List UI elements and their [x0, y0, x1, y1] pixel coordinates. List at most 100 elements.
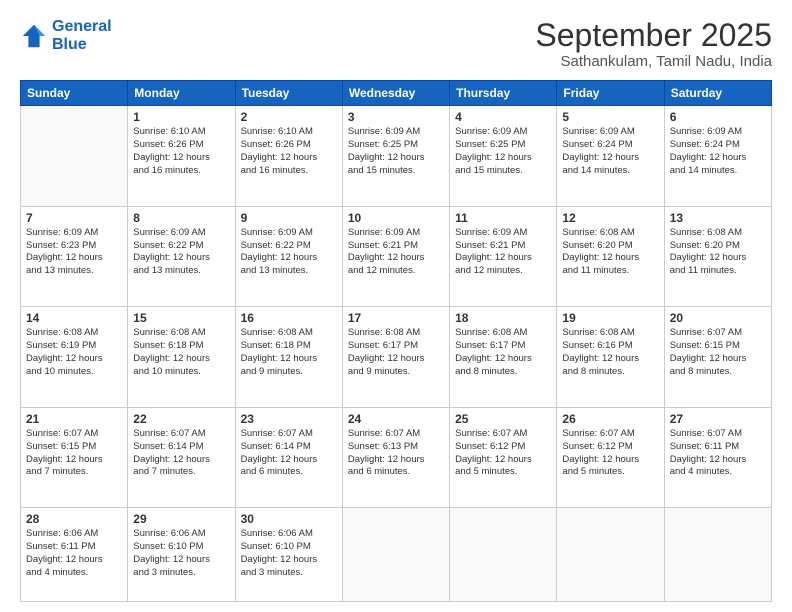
day-number: 13 — [670, 211, 766, 225]
day-number: 14 — [26, 311, 122, 325]
day-info: Sunrise: 6:08 AM Sunset: 6:18 PM Dayligh… — [133, 327, 229, 378]
day-info: Sunrise: 6:08 AM Sunset: 6:17 PM Dayligh… — [348, 327, 444, 378]
day-info: Sunrise: 6:08 AM Sunset: 6:18 PM Dayligh… — [241, 327, 337, 378]
day-info: Sunrise: 6:09 AM Sunset: 6:21 PM Dayligh… — [348, 227, 444, 278]
weekday-header-friday: Friday — [557, 81, 664, 106]
day-info: Sunrise: 6:09 AM Sunset: 6:25 PM Dayligh… — [455, 126, 551, 177]
day-info: Sunrise: 6:09 AM Sunset: 6:21 PM Dayligh… — [455, 227, 551, 278]
calendar-cell: 1Sunrise: 6:10 AM Sunset: 6:26 PM Daylig… — [128, 106, 235, 207]
calendar-header: SundayMondayTuesdayWednesdayThursdayFrid… — [21, 81, 772, 106]
day-number: 23 — [241, 412, 337, 426]
day-number: 29 — [133, 512, 229, 526]
day-number: 6 — [670, 110, 766, 124]
logo: General Blue — [20, 18, 112, 53]
day-number: 24 — [348, 412, 444, 426]
day-number: 10 — [348, 211, 444, 225]
day-info: Sunrise: 6:07 AM Sunset: 6:14 PM Dayligh… — [241, 428, 337, 479]
day-number: 15 — [133, 311, 229, 325]
day-info: Sunrise: 6:09 AM Sunset: 6:22 PM Dayligh… — [241, 227, 337, 278]
day-number: 30 — [241, 512, 337, 526]
page: General Blue September 2025 Sathankulam,… — [0, 0, 792, 612]
week-row-2: 7 Sunrise: 6:09 AM Sunset: 6:23 PM Daylig… — [21, 206, 772, 307]
logo-text: General Blue — [52, 18, 112, 53]
day-info: Sunrise: 6:07 AM Sunset: 6:15 PM Dayligh… — [670, 327, 766, 378]
day-number: 27 — [670, 412, 766, 426]
calendar-cell: 22 Sunrise: 6:07 AM Sunset: 6:14 PM Dayli… — [128, 407, 235, 508]
calendar-table: SundayMondayTuesdayWednesdayThursdayFrid… — [20, 80, 772, 602]
day-info: Sunrise: 6:08 AM Sunset: 6:16 PM Dayligh… — [562, 327, 658, 378]
calendar-cell: 8 Sunrise: 6:09 AM Sunset: 6:22 PM Daylig… — [128, 206, 235, 307]
calendar-cell: 4Sunrise: 6:09 AM Sunset: 6:25 PM Daylig… — [450, 106, 557, 207]
calendar-cell: 13Sunrise: 6:08 AM Sunset: 6:20 PM Dayli… — [664, 206, 771, 307]
day-info: Sunrise: 6:10 AM Sunset: 6:26 PM Dayligh… — [133, 126, 229, 177]
calendar-cell: 10 Sunrise: 6:09 AM Sunset: 6:21 PM Dayli… — [342, 206, 449, 307]
main-title: September 2025 — [535, 18, 772, 53]
day-number: 11 — [455, 211, 551, 225]
day-info: Sunrise: 6:07 AM Sunset: 6:12 PM Dayligh… — [455, 428, 551, 479]
calendar-cell: 12Sunrise: 6:08 AM Sunset: 6:20 PM Dayli… — [557, 206, 664, 307]
calendar-cell: 7 Sunrise: 6:09 AM Sunset: 6:23 PM Daylig… — [21, 206, 128, 307]
weekday-header-sunday: Sunday — [21, 81, 128, 106]
title-block: September 2025 Sathankulam, Tamil Nadu, … — [535, 18, 772, 70]
day-number: 28 — [26, 512, 122, 526]
day-info: Sunrise: 6:06 AM Sunset: 6:10 PM Dayligh… — [133, 528, 229, 579]
calendar-body: 1Sunrise: 6:10 AM Sunset: 6:26 PM Daylig… — [21, 106, 772, 602]
calendar-cell: 29 Sunrise: 6:06 AM Sunset: 6:10 PM Dayli… — [128, 508, 235, 602]
day-number: 21 — [26, 412, 122, 426]
calendar-cell: 25 Sunrise: 6:07 AM Sunset: 6:12 PM Dayli… — [450, 407, 557, 508]
calendar-cell: 21 Sunrise: 6:07 AM Sunset: 6:15 PM Dayli… — [21, 407, 128, 508]
calendar-cell: 15 Sunrise: 6:08 AM Sunset: 6:18 PM Dayli… — [128, 307, 235, 408]
weekday-header-tuesday: Tuesday — [235, 81, 342, 106]
day-info: Sunrise: 6:09 AM Sunset: 6:23 PM Dayligh… — [26, 227, 122, 278]
day-info: Sunrise: 6:08 AM Sunset: 6:17 PM Dayligh… — [455, 327, 551, 378]
day-number: 17 — [348, 311, 444, 325]
day-info: Sunrise: 6:07 AM Sunset: 6:13 PM Dayligh… — [348, 428, 444, 479]
calendar-cell: 3 Sunrise: 6:09 AM Sunset: 6:25 PM Daylig… — [342, 106, 449, 207]
week-row-5: 28 Sunrise: 6:06 AM Sunset: 6:11 PM Dayli… — [21, 508, 772, 602]
day-info: Sunrise: 6:09 AM Sunset: 6:22 PM Dayligh… — [133, 227, 229, 278]
calendar-cell: 2 Sunrise: 6:10 AM Sunset: 6:26 PM Daylig… — [235, 106, 342, 207]
header: General Blue September 2025 Sathankulam,… — [20, 18, 772, 70]
day-number: 8 — [133, 211, 229, 225]
calendar-cell: 6 Sunrise: 6:09 AM Sunset: 6:24 PM Daylig… — [664, 106, 771, 207]
day-number: 25 — [455, 412, 551, 426]
day-info: Sunrise: 6:08 AM Sunset: 6:19 PM Dayligh… — [26, 327, 122, 378]
day-info: Sunrise: 6:10 AM Sunset: 6:26 PM Dayligh… — [241, 126, 337, 177]
day-info: Sunrise: 6:07 AM Sunset: 6:15 PM Dayligh… — [26, 428, 122, 479]
logo-line2: Blue — [52, 36, 112, 54]
day-info: Sunrise: 6:07 AM Sunset: 6:11 PM Dayligh… — [670, 428, 766, 479]
week-row-4: 21 Sunrise: 6:07 AM Sunset: 6:15 PM Dayli… — [21, 407, 772, 508]
day-info: Sunrise: 6:06 AM Sunset: 6:11 PM Dayligh… — [26, 528, 122, 579]
day-number: 16 — [241, 311, 337, 325]
day-number: 3 — [348, 110, 444, 124]
day-info: Sunrise: 6:09 AM Sunset: 6:25 PM Dayligh… — [348, 126, 444, 177]
calendar-cell: 24 Sunrise: 6:07 AM Sunset: 6:13 PM Dayli… — [342, 407, 449, 508]
calendar-cell — [664, 508, 771, 602]
day-number: 22 — [133, 412, 229, 426]
calendar-cell: 17 Sunrise: 6:08 AM Sunset: 6:17 PM Dayli… — [342, 307, 449, 408]
day-number: 18 — [455, 311, 551, 325]
day-number: 2 — [241, 110, 337, 124]
logo-icon — [20, 22, 48, 50]
calendar-cell: 30 Sunrise: 6:06 AM Sunset: 6:10 PM Dayli… — [235, 508, 342, 602]
day-info: Sunrise: 6:07 AM Sunset: 6:14 PM Dayligh… — [133, 428, 229, 479]
weekday-header-saturday: Saturday — [664, 81, 771, 106]
day-info: Sunrise: 6:09 AM Sunset: 6:24 PM Dayligh… — [670, 126, 766, 177]
day-info: Sunrise: 6:06 AM Sunset: 6:10 PM Dayligh… — [241, 528, 337, 579]
day-number: 19 — [562, 311, 658, 325]
calendar-cell — [342, 508, 449, 602]
calendar-cell: 19 Sunrise: 6:08 AM Sunset: 6:16 PM Dayli… — [557, 307, 664, 408]
day-number: 26 — [562, 412, 658, 426]
day-number: 5 — [562, 110, 658, 124]
calendar-cell: 20 Sunrise: 6:07 AM Sunset: 6:15 PM Dayli… — [664, 307, 771, 408]
calendar-cell: 11 Sunrise: 6:09 AM Sunset: 6:21 PM Dayli… — [450, 206, 557, 307]
weekday-row: SundayMondayTuesdayWednesdayThursdayFrid… — [21, 81, 772, 106]
calendar-cell: 16 Sunrise: 6:08 AM Sunset: 6:18 PM Dayli… — [235, 307, 342, 408]
calendar-cell: 23 Sunrise: 6:07 AM Sunset: 6:14 PM Dayli… — [235, 407, 342, 508]
day-number: 7 — [26, 211, 122, 225]
calendar-cell: 5Sunrise: 6:09 AM Sunset: 6:24 PM Daylig… — [557, 106, 664, 207]
week-row-1: 1Sunrise: 6:10 AM Sunset: 6:26 PM Daylig… — [21, 106, 772, 207]
day-number: 20 — [670, 311, 766, 325]
calendar-cell — [450, 508, 557, 602]
weekday-header-thursday: Thursday — [450, 81, 557, 106]
